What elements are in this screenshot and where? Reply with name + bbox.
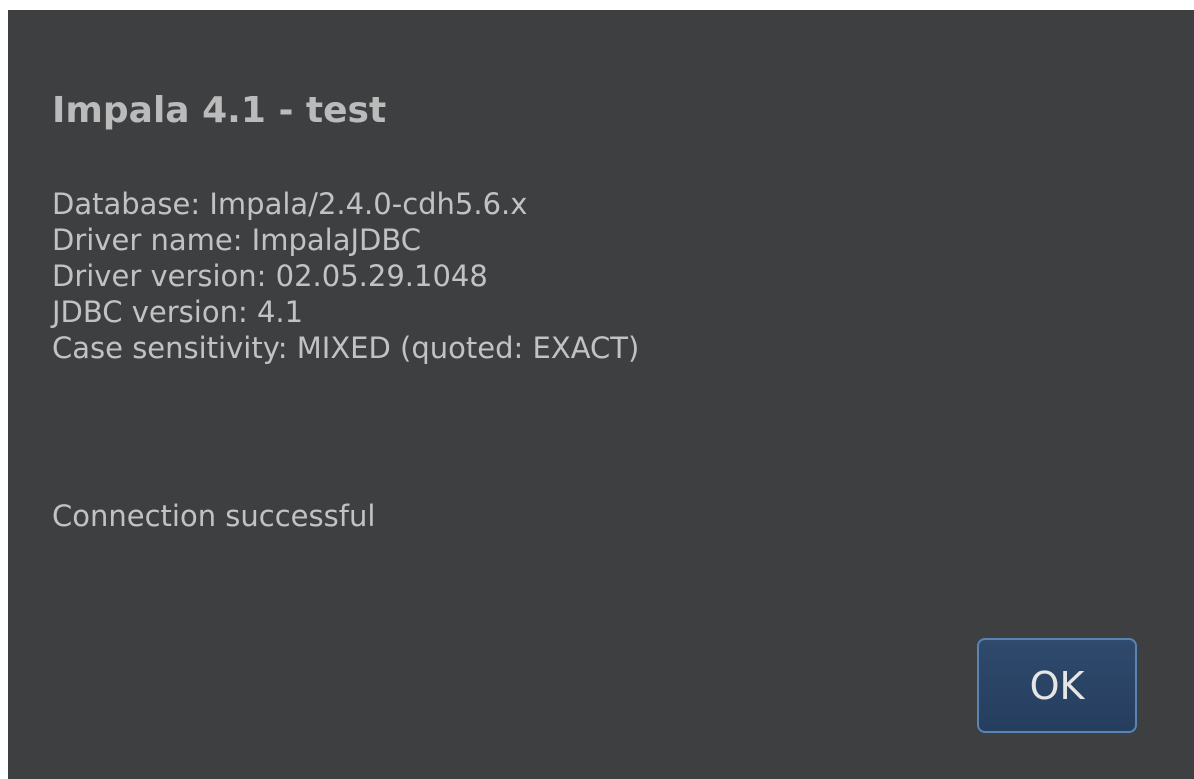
dialog-title: Impala 4.1 - test — [52, 90, 387, 131]
screen: Impala 4.1 - test Database: Impala/2.4.0… — [0, 0, 1194, 779]
case-sensitivity-info: Case sensitivity: MIXED (quoted: EXACT) — [52, 331, 640, 365]
driver-name-info: Driver name: ImpalaJDBC — [52, 223, 422, 257]
ok-button[interactable]: OK — [977, 638, 1137, 733]
jdbc-version-info: JDBC version: 4.1 — [52, 295, 304, 329]
connection-status: Connection successful — [52, 499, 376, 533]
driver-version-info: Driver version: 02.05.29.1048 — [52, 259, 488, 293]
connection-test-dialog: Impala 4.1 - test Database: Impala/2.4.0… — [8, 10, 1194, 779]
connection-info: Database: Impala/2.4.0-cdh5.6.x Driver n… — [52, 186, 639, 366]
database-info: Database: Impala/2.4.0-cdh5.6.x — [52, 187, 528, 221]
